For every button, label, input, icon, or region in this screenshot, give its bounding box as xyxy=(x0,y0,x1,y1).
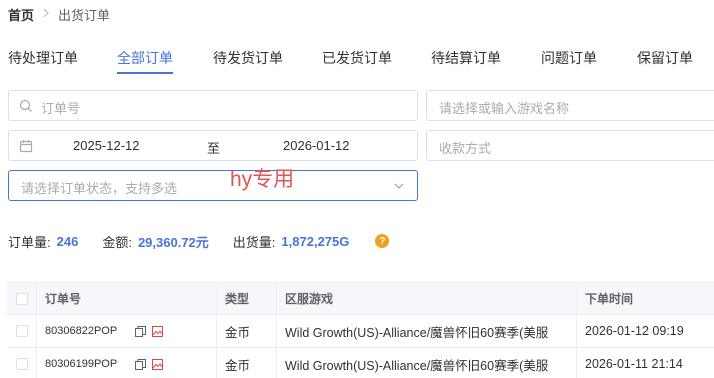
order-cell: 80306199POP xyxy=(37,348,217,378)
row-checkbox[interactable] xyxy=(15,358,28,370)
tab-problem[interactable]: 问题订单 xyxy=(541,48,597,68)
type-cell: 金币 xyxy=(217,348,277,378)
overlay-annotation: hy专用 xyxy=(230,168,295,191)
date-end[interactable]: 2026-01-12 xyxy=(283,138,350,153)
tab-to-settle[interactable]: 待结算订单 xyxy=(431,48,501,68)
breadcrumb-current: 出货订单 xyxy=(58,7,111,23)
header-type[interactable]: 类型 xyxy=(217,283,277,314)
order-stats: 订单量: 246 金额: 29,360.72元 出货量: 1,872,275G … xyxy=(8,232,390,250)
order-status-select[interactable]: 请选择订单状态，支持多选 xyxy=(8,170,418,201)
game-select-input[interactable]: 请选择或输入游戏名称 xyxy=(426,90,714,121)
header-game[interactable]: 区服游戏 xyxy=(277,283,577,314)
table-row[interactable]: 80306822POP 金币 Wild Growth(US)-Alliance/… xyxy=(7,315,714,348)
header-order[interactable]: 订单号 xyxy=(37,283,217,314)
tab-all[interactable]: 全部订单 xyxy=(117,48,173,68)
order-number[interactable]: 80306199POP xyxy=(45,358,117,370)
date-start[interactable]: 2025-12-12 xyxy=(73,138,140,153)
amount-label: 金额: xyxy=(102,234,132,250)
date-range-picker[interactable]: 2025-12-12 至 2026-01-12 xyxy=(8,130,418,161)
select-all-checkbox[interactable] xyxy=(15,292,28,305)
date-separator: 至 xyxy=(207,141,221,156)
order-cell: 80306822POP xyxy=(37,315,217,347)
payment-method-select[interactable]: 收款方式 xyxy=(426,130,714,161)
row-checkbox-cell xyxy=(7,348,37,378)
payment-method-placeholder: 收款方式 xyxy=(439,141,492,156)
image-icon[interactable] xyxy=(152,358,164,370)
table-row[interactable]: 80306199POP 金币 Wild Growth(US)-Alliance/… xyxy=(7,348,714,378)
calendar-icon xyxy=(19,139,33,156)
chevron-down-icon xyxy=(393,180,405,195)
row-checkbox-cell xyxy=(7,315,37,347)
game-select-placeholder: 请选择或输入游戏名称 xyxy=(439,101,570,116)
amount-value: 29,360.72元 xyxy=(137,234,209,250)
order-status-placeholder: 请选择订单状态，支持多选 xyxy=(21,181,178,196)
game-cell: Wild Growth(US)-Alliance/魔兽怀旧60赛季(美服 xyxy=(277,348,577,378)
order-search-placeholder: 订单号 xyxy=(41,101,81,116)
orders-table: 订单号 类型 区服游戏 下单时间 80306822POP 金币 Wild Gro… xyxy=(7,282,714,378)
time-cell: 2026-01-11 21:14 xyxy=(585,357,683,371)
order-search-input[interactable]: 订单号 xyxy=(8,90,418,121)
order-count-value: 246 xyxy=(56,233,79,249)
header-time[interactable]: 下单时间 xyxy=(577,283,714,314)
help-icon[interactable]: ? xyxy=(375,234,390,248)
breadcrumb: 首页 出货订单 xyxy=(8,5,110,23)
breadcrumb-home[interactable]: 首页 xyxy=(8,5,34,24)
copy-icon[interactable] xyxy=(135,325,147,337)
image-icon[interactable] xyxy=(152,325,164,337)
order-tabs: 待处理订单 全部订单 待发货订单 已发货订单 待结算订单 问题订单 保留订单 xyxy=(0,44,714,76)
chevron-right-icon xyxy=(42,7,50,21)
game-cell: Wild Growth(US)-Alliance/魔兽怀旧60赛季(美服 xyxy=(277,315,577,347)
active-tab-indicator xyxy=(117,72,173,74)
time-cell: 2026-01-12 09:19 xyxy=(585,324,684,338)
table-header: 订单号 类型 区服游戏 下单时间 xyxy=(7,283,714,315)
tab-shipped[interactable]: 已发货订单 xyxy=(322,48,392,68)
row-checkbox[interactable] xyxy=(15,325,28,337)
shipped-label: 出货量: xyxy=(232,234,276,250)
tab-pending[interactable]: 待处理订单 xyxy=(8,48,78,68)
search-icon xyxy=(19,99,33,116)
type-cell: 金币 xyxy=(217,315,277,347)
tab-to-ship[interactable]: 待发货订单 xyxy=(213,48,283,68)
order-number[interactable]: 80306822POP xyxy=(45,325,117,337)
shipped-value: 1,872,275G xyxy=(281,233,350,249)
tab-reserved[interactable]: 保留订单 xyxy=(637,48,693,68)
order-count-label: 订单量: xyxy=(8,234,51,250)
header-checkbox-cell xyxy=(7,283,37,314)
copy-icon[interactable] xyxy=(135,358,147,370)
